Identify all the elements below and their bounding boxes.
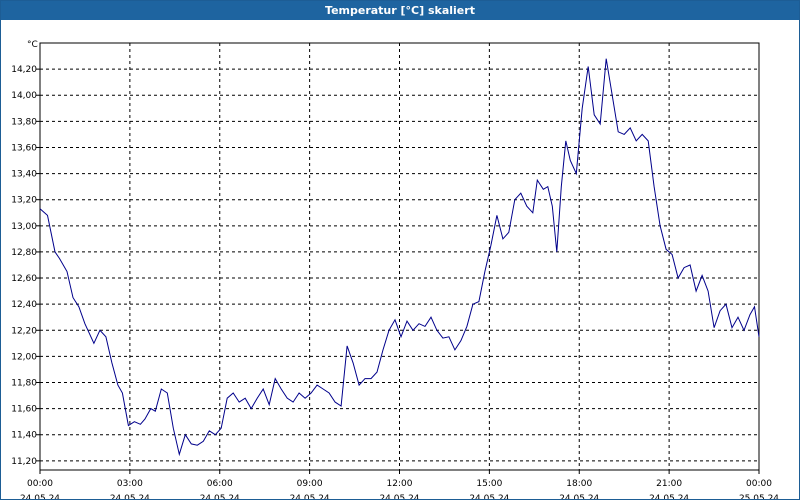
y-tick-label: 13,00 bbox=[11, 222, 37, 232]
x-tick-date-label: 24.05.24 bbox=[559, 494, 599, 499]
temperature-line-chart: 11,20 11,40 11,60 11,80 12,00 12,20 12,40 12,60… bbox=[11, 40, 779, 503]
x-tick-time-label: 15:00 bbox=[476, 479, 502, 489]
y-tick-label: 11,60 bbox=[11, 405, 37, 415]
y-tick-label: 13,80 bbox=[11, 117, 37, 127]
y-tick-label: 13,60 bbox=[11, 143, 37, 153]
x-tick-time-label: 03:00 bbox=[117, 479, 143, 489]
x-tick-date-label: 24.05.24 bbox=[649, 494, 689, 499]
x-tick-date-label: 24.05.24 bbox=[469, 494, 509, 499]
y-tick-label: 12,80 bbox=[11, 248, 37, 258]
x-tick-date-label: 24.05.24 bbox=[110, 494, 150, 499]
y-tick-label: 11,40 bbox=[11, 431, 37, 441]
y-tick-label: 12,60 bbox=[11, 274, 37, 284]
chart-area: 11,20 11,40 11,60 11,80 12,00 12,20 12,40 12,60… bbox=[1, 21, 799, 503]
axis-layer bbox=[36, 42, 760, 474]
x-tick-time-label: 21:00 bbox=[656, 479, 682, 489]
label-layer: 11,20 11,40 11,60 11,80 12,00 12,20 12,40 12,60… bbox=[11, 40, 779, 503]
chart-window: Temperatur [°C] skaliert 11,20 11,40 11,60… bbox=[0, 0, 800, 503]
y-tick-label: 12,40 bbox=[11, 300, 37, 310]
x-tick-date-label: 24.05.24 bbox=[200, 494, 240, 499]
y-tick-label: 14,20 bbox=[11, 65, 37, 75]
x-tick-time-label: 00:00 bbox=[746, 479, 772, 489]
y-tick-label: 13,40 bbox=[11, 170, 37, 180]
y-tick-label: 12,00 bbox=[11, 352, 37, 362]
x-tick-date-label: 25.05.24 bbox=[739, 494, 779, 499]
x-tick-time-label: 18:00 bbox=[566, 479, 592, 489]
y-tick-label: 12,20 bbox=[11, 326, 37, 336]
grid-layer bbox=[40, 43, 759, 470]
y-tick-label: 13,20 bbox=[11, 196, 37, 206]
x-tick-date-label: 24.05.24 bbox=[379, 494, 419, 499]
x-tick-time-label: 00:00 bbox=[27, 479, 53, 489]
x-tick-time-label: 12:00 bbox=[387, 479, 413, 489]
temperature-series-line bbox=[39, 58, 760, 457]
series-layer bbox=[39, 58, 760, 457]
x-tick-time-label: 09:00 bbox=[297, 479, 323, 489]
y-tick-label: 11,80 bbox=[11, 379, 37, 389]
y-tick-label: 14,00 bbox=[11, 91, 37, 101]
x-tick-time-label: 06:00 bbox=[207, 479, 233, 489]
y-tick-label: 11,20 bbox=[11, 457, 37, 467]
y-axis-unit-label: °C bbox=[27, 40, 38, 50]
x-tick-date-label: 24.05.24 bbox=[20, 494, 60, 499]
x-tick-date-label: 24.05.24 bbox=[290, 494, 330, 499]
window-title: Temperatur [°C] skaliert bbox=[1, 1, 799, 20]
